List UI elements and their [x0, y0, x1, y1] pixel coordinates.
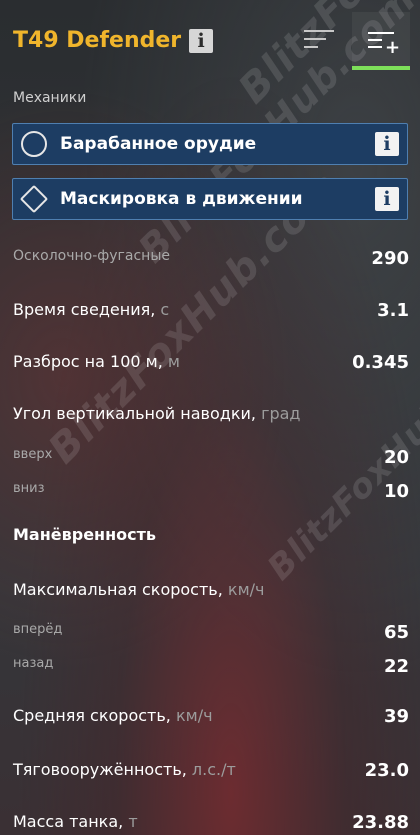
stat-value: 20 [383, 447, 409, 468]
menu-line [304, 30, 334, 32]
stat-value: 65 [383, 622, 409, 643]
feature-label: Барабанное орудие [60, 134, 257, 154]
stat-label: Масса танка, т [13, 812, 138, 831]
stat-unit: м [167, 352, 180, 371]
section-heading-mobility: Манёвренность [13, 525, 157, 544]
feature-camo-movement[interactable]: Маскировка в движении i [12, 178, 408, 220]
stat-label: Разброс на 100 м, м [13, 352, 180, 371]
header: T49 Defender i + [0, 0, 420, 84]
stat-label: Тяговооружённость, л.с./т [13, 760, 236, 779]
stat-unit: град [261, 404, 301, 423]
stat-label: назад [13, 656, 54, 671]
stat-label: Максимальная скорость, км/ч [13, 580, 264, 599]
menu-line [304, 38, 326, 40]
stat-unit: т [128, 812, 138, 831]
feature-label: Маскировка в движении [60, 189, 303, 209]
stat-label: вверх [13, 447, 53, 462]
stat-label-text: Угол вертикальной наводки, [13, 404, 256, 423]
stat-unit: с [160, 300, 170, 319]
mechanics-label: Механики [13, 90, 87, 106]
stat-value: 290 [371, 248, 409, 269]
stat-label-text: Средняя скорость, [13, 706, 171, 725]
drum-gun-icon [21, 131, 47, 157]
stat-value: 23.88 [352, 812, 409, 833]
tank-name: T49 Defender [13, 28, 182, 53]
menu-line [368, 46, 382, 48]
stat-label-text: Время сведения, [13, 300, 156, 319]
add-compare-button[interactable]: + [352, 12, 410, 70]
stat-label: вниз [13, 481, 45, 496]
stat-label-text: Разброс на 100 м, [13, 352, 163, 371]
stat-label-text: Максимальная скорость, [13, 580, 223, 599]
info-icon[interactable]: i [375, 132, 399, 156]
tank-title: T49 Defender i [13, 28, 214, 53]
list-menu-button[interactable] [304, 30, 334, 54]
stat-value: 23.0 [364, 760, 409, 781]
info-icon[interactable]: i [189, 29, 214, 53]
menu-line [368, 39, 382, 41]
stat-unit: км/ч [175, 706, 213, 725]
info-icon[interactable]: i [375, 187, 399, 211]
stat-label: вперёд [13, 622, 63, 637]
menu-line [368, 32, 394, 34]
stat-value: 3.1 [377, 300, 409, 321]
stat-label-text: Тяговооружённость, [13, 760, 187, 779]
feature-drum-gun[interactable]: Барабанное орудие i [12, 123, 408, 165]
stat-label: Средняя скорость, км/ч [13, 706, 213, 725]
stat-label-text: Масса танка, [13, 812, 124, 831]
stat-value: 39 [383, 706, 409, 727]
stat-unit: км/ч [227, 580, 265, 599]
stat-label: Угол вертикальной наводки, град [13, 404, 301, 423]
stat-label: Время сведения, с [13, 300, 169, 319]
stat-value: 22 [383, 656, 409, 677]
stat-value: 0.345 [352, 352, 409, 373]
menu-line [304, 46, 318, 48]
stat-value: 10 [383, 481, 409, 502]
plus-icon: + [385, 37, 401, 58]
camo-move-icon [19, 184, 49, 214]
stat-unit: л.с./т [191, 760, 236, 779]
stat-label: Осколочно-фугасные [13, 248, 171, 264]
